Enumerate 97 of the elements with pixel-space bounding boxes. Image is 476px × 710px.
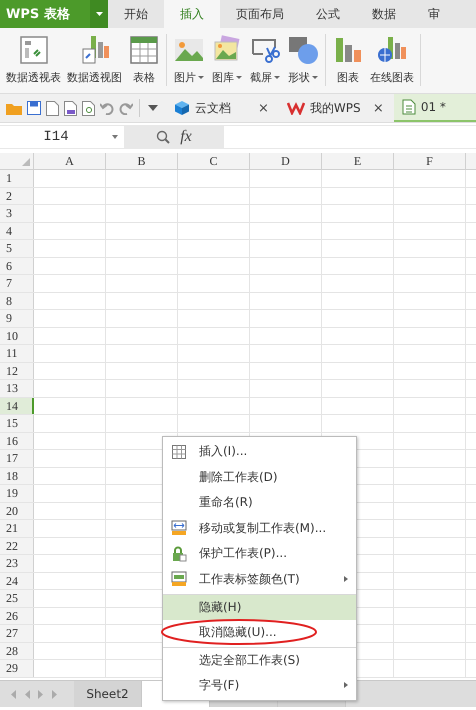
ribbon-tab[interactable]: 审 <box>412 0 456 28</box>
ribbon-tab[interactable]: 开始 <box>108 0 164 28</box>
ribbon-button[interactable]: 数据透视表 <box>3 34 64 86</box>
row-header[interactable]: 21 <box>0 520 34 536</box>
menu-item[interactable]: 字号(F) <box>163 672 356 698</box>
function-button[interactable]: fx <box>180 128 192 146</box>
row-header[interactable]: 6 <box>0 258 34 274</box>
tab-title: 云文档 <box>195 100 232 116</box>
row-header[interactable]: 14 <box>0 398 34 414</box>
ribbon-button[interactable]: 在线图表 <box>367 34 417 86</box>
close-button[interactable]: × <box>370 100 386 116</box>
ribbon-tab[interactable]: 公式 <box>300 0 356 28</box>
row-header[interactable]: 22 <box>0 538 34 554</box>
row-header[interactable]: 12 <box>0 362 34 379</box>
column-header[interactable]: C <box>178 153 250 169</box>
row-header[interactable]: 5 <box>0 240 34 256</box>
ribbon-button[interactable]: 形状 <box>284 34 322 86</box>
ribbon-button[interactable]: 图片 <box>170 34 208 86</box>
dropdown-icon[interactable] <box>148 105 158 111</box>
row-header[interactable]: 26 <box>0 608 34 624</box>
menu-item[interactable]: 取消隐藏(U)... <box>163 620 356 645</box>
row-header[interactable]: 27 <box>0 625 34 642</box>
row-header[interactable]: 20 <box>0 502 34 519</box>
row-header[interactable]: 7 <box>0 275 34 292</box>
column-header[interactable]: E <box>322 153 394 169</box>
cube-icon <box>174 100 190 116</box>
sheet-tab[interactable]: Sheet2 <box>74 681 142 707</box>
ribbon-tab[interactable]: 插入 <box>164 0 220 28</box>
ribbon-button[interactable]: 图表 <box>329 34 367 86</box>
row-header[interactable]: 24 <box>0 572 34 589</box>
ribbon-button[interactable]: 数据透视图 <box>64 34 125 86</box>
shapes-icon <box>287 34 319 66</box>
close-button[interactable]: × <box>256 100 271 116</box>
menu-item[interactable]: 删除工作表(D) <box>163 464 356 490</box>
menu-item[interactable]: 保护工作表(P)... <box>163 541 356 566</box>
dropdown-icon[interactable] <box>112 135 118 139</box>
ribbon-tab[interactable]: 页面布局 <box>220 0 300 28</box>
tab-title: 01 * <box>420 100 447 114</box>
menu-item[interactable]: 隐藏(H) <box>163 594 356 620</box>
row-header[interactable]: 11 <box>0 345 34 362</box>
lock-icon <box>171 546 187 562</box>
menu-item[interactable]: 重命名(R) <box>163 490 356 516</box>
menu-item[interactable]: 移动或复制工作表(M)... <box>163 516 356 541</box>
row-header[interactable]: 8 <box>0 292 34 309</box>
undo-icon[interactable] <box>100 101 114 115</box>
row-header[interactable]: 28 <box>0 642 34 659</box>
table-icon <box>128 34 160 66</box>
table-icon <box>171 444 187 460</box>
print-icon[interactable] <box>64 100 77 116</box>
redo-icon[interactable] <box>119 101 133 115</box>
wps-logo-icon <box>286 101 305 115</box>
ribbon-button[interactable]: 表格 <box>125 34 163 86</box>
name-box[interactable]: I14 <box>0 126 124 148</box>
row-header[interactable]: 25 <box>0 590 34 606</box>
row-header[interactable]: 3 <box>0 205 34 222</box>
row-header[interactable]: 16 <box>0 432 34 449</box>
row-header[interactable]: 18 <box>0 468 34 484</box>
column-header[interactable]: D <box>250 153 322 169</box>
save-icon[interactable] <box>27 101 41 115</box>
menu-item[interactable]: 插入(I)... <box>163 439 356 464</box>
tab-title: 我的WPS <box>310 100 362 116</box>
select-all-icon[interactable] <box>22 158 30 166</box>
row-header[interactable]: 17 <box>0 450 34 466</box>
row-header[interactable]: 9 <box>0 310 34 326</box>
row-header[interactable]: 1 <box>0 170 34 186</box>
ribbon-button[interactable]: 截屏 <box>246 34 284 86</box>
first-sheet-icon[interactable] <box>10 690 16 698</box>
document-icon[interactable] <box>46 100 59 116</box>
ribbon-tab[interactable]: 数据 <box>356 0 412 28</box>
folder-icon[interactable] <box>6 101 22 115</box>
document-tab[interactable]: 我的WPS × <box>278 94 394 122</box>
document-tab[interactable]: 01 * <box>394 94 476 122</box>
menu-item[interactable]: 选定全部工作表(S) <box>163 647 356 672</box>
row-header[interactable]: 4 <box>0 222 34 239</box>
previous-sheet-icon[interactable] <box>24 690 30 698</box>
column-header[interactable]: A <box>34 153 106 169</box>
row-header[interactable]: 29 <box>0 660 34 676</box>
tab-color-icon <box>171 571 187 588</box>
column-header[interactable]: F <box>394 153 466 169</box>
preview-icon[interactable] <box>82 100 95 116</box>
row-header[interactable]: 15 <box>0 415 34 432</box>
row-header[interactable]: 2 <box>0 188 34 204</box>
row-header[interactable]: 13 <box>0 380 34 396</box>
search-icon[interactable] <box>156 130 170 144</box>
spreadsheet-file-icon <box>402 99 416 115</box>
caret-icon <box>96 12 102 16</box>
column-header[interactable]: B <box>106 153 178 169</box>
move-sheet-icon <box>171 520 187 536</box>
document-tab[interactable]: 云文档 × <box>166 94 279 122</box>
row-header[interactable]: 23 <box>0 555 34 572</box>
ribbon-button[interactable]: 图库 <box>208 34 246 86</box>
app-menu-button[interactable]: WPS 表格 <box>0 0 108 28</box>
menu-item[interactable]: 工作表标签颜色(T) <box>163 566 356 592</box>
row-header[interactable]: 19 <box>0 485 34 502</box>
row-header[interactable]: 10 <box>0 328 34 344</box>
next-sheet-icon[interactable] <box>38 690 44 698</box>
last-sheet-icon[interactable] <box>52 690 58 698</box>
